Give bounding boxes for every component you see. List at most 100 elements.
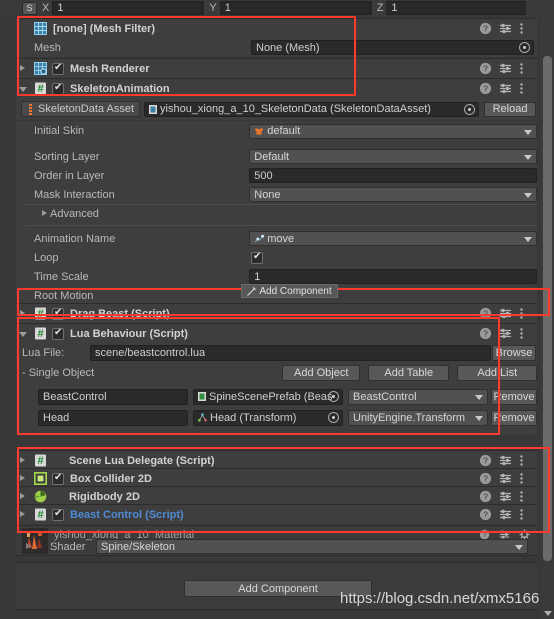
object-picker-icon[interactable] bbox=[519, 42, 530, 53]
mask-interaction-dropdown[interactable]: None bbox=[249, 187, 537, 202]
remove-button[interactable]: Remove bbox=[491, 388, 537, 405]
preset-icon[interactable] bbox=[499, 22, 512, 35]
scale-y-input[interactable]: 1 bbox=[219, 1, 372, 15]
foldout-arrow-icon[interactable] bbox=[20, 310, 25, 316]
preset-icon[interactable] bbox=[499, 307, 512, 320]
browse-button[interactable]: Browse bbox=[492, 345, 536, 361]
foldout-arrow-icon[interactable] bbox=[20, 511, 25, 517]
add-object-button[interactable]: Add Object bbox=[282, 364, 360, 381]
svg-text:?: ? bbox=[483, 456, 488, 466]
foldout-arrow-icon[interactable] bbox=[20, 457, 25, 463]
lua-entry-name-input[interactable]: BeastControl bbox=[38, 388, 188, 405]
time-scale-input[interactable]: 1 bbox=[249, 269, 537, 284]
component-header-drag-beast[interactable]: # Drag Beast (Script) ? bbox=[16, 303, 537, 323]
kebab-menu-icon[interactable] bbox=[519, 508, 532, 521]
lua-entry-object-field[interactable]: SpineScenePrefab (Beas bbox=[193, 388, 343, 405]
lua-entry-name-input[interactable]: Head bbox=[38, 409, 188, 426]
svg-text:?: ? bbox=[483, 530, 487, 539]
lua-entry-object-field[interactable]: Head (Transform) bbox=[193, 409, 343, 426]
foldout-arrow-icon[interactable] bbox=[42, 210, 47, 216]
component-header-beast-control[interactable]: # Beast Control (Script) ? bbox=[16, 504, 537, 524]
reload-button[interactable]: Reload bbox=[484, 101, 537, 117]
foldout-arrow-icon[interactable] bbox=[20, 493, 25, 499]
preset-icon[interactable] bbox=[499, 82, 512, 95]
help-icon[interactable]: ? bbox=[479, 62, 492, 75]
foldout-arrow-icon[interactable] bbox=[26, 543, 31, 549]
preset-icon[interactable] bbox=[499, 508, 512, 521]
lua-entry-type-dropdown[interactable]: BeastControl bbox=[348, 388, 488, 405]
foldout-arrow-icon[interactable] bbox=[20, 475, 25, 481]
component-header-rigidbody-2d[interactable]: Rigidbody 2D ? bbox=[16, 486, 537, 506]
scale-tool-button[interactable]: S bbox=[22, 1, 37, 15]
order-in-layer-input[interactable]: 500 bbox=[249, 168, 537, 183]
advanced-label: Advanced bbox=[50, 207, 99, 220]
kebab-menu-icon[interactable] bbox=[519, 472, 532, 485]
scrollbar-thumb[interactable] bbox=[543, 56, 552, 561]
script-icon: # bbox=[34, 327, 47, 340]
foldout-arrow-icon[interactable] bbox=[20, 65, 25, 71]
scale-z-input[interactable]: 1 bbox=[386, 1, 527, 15]
animation-name-dropdown[interactable]: move bbox=[249, 231, 537, 246]
scroll-down-arrow-icon[interactable] bbox=[544, 611, 552, 616]
component-header-mesh-renderer[interactable]: Mesh Renderer ? bbox=[16, 58, 537, 78]
sorting-layer-dropdown[interactable]: Default bbox=[249, 149, 537, 164]
kebab-menu-icon[interactable] bbox=[519, 490, 532, 503]
header-icon-group: ? bbox=[479, 62, 532, 75]
component-header-lua-behaviour[interactable]: # Lua Behaviour (Script) ? bbox=[16, 323, 537, 343]
help-icon[interactable]: ? bbox=[479, 454, 492, 467]
status-strip bbox=[16, 609, 537, 619]
component-header-box-collider-2d[interactable]: Box Collider 2D ? bbox=[16, 468, 537, 488]
kebab-menu-icon[interactable] bbox=[519, 22, 532, 35]
object-picker-icon[interactable] bbox=[464, 103, 476, 115]
component-enable-checkbox-mesh-renderer[interactable] bbox=[52, 62, 64, 75]
rigidbody-2d-icon bbox=[34, 490, 47, 503]
preset-icon[interactable] bbox=[499, 327, 512, 340]
scale-x-input[interactable]: 1 bbox=[52, 1, 205, 15]
kebab-menu-icon[interactable] bbox=[519, 327, 532, 340]
help-icon[interactable]: ? bbox=[479, 82, 492, 95]
skeletondata-asset-label-chip: SkeletonData Asset bbox=[21, 101, 141, 117]
help-icon[interactable]: ? bbox=[479, 508, 492, 521]
kebab-menu-icon[interactable] bbox=[519, 307, 532, 320]
lua-file-input[interactable]: scene/beastcontrol.lua bbox=[90, 345, 491, 361]
help-icon[interactable]: ? bbox=[479, 327, 492, 340]
mesh-object-field[interactable]: None (Mesh) bbox=[251, 40, 534, 55]
remove-button[interactable]: Remove bbox=[491, 409, 537, 426]
object-picker-icon[interactable] bbox=[328, 411, 339, 423]
component-header-skeleton-animation[interactable]: # SkeletonAnimation ? bbox=[16, 78, 537, 98]
component-enable-checkbox-beast-control[interactable] bbox=[52, 508, 64, 521]
preset-icon[interactable] bbox=[499, 490, 512, 503]
kebab-menu-icon[interactable] bbox=[519, 82, 532, 95]
initial-skin-dropdown[interactable]: default bbox=[249, 123, 537, 139]
component-enable-checkbox-box-collider-2d[interactable] bbox=[52, 472, 64, 485]
advanced-foldout[interactable]: Advanced bbox=[16, 204, 537, 223]
help-icon[interactable]: ? bbox=[479, 472, 492, 485]
initial-skin-value: default bbox=[267, 125, 301, 137]
help-icon[interactable]: ? bbox=[479, 22, 492, 35]
foldout-arrow-icon[interactable] bbox=[19, 87, 27, 92]
kebab-menu-icon[interactable] bbox=[519, 62, 532, 75]
add-table-button[interactable]: Add Table bbox=[367, 364, 450, 381]
component-enable-checkbox-skeleton-animation[interactable] bbox=[52, 82, 64, 95]
preset-icon[interactable] bbox=[499, 454, 512, 467]
component-header-scene-lua-delegate[interactable]: # Scene Lua Delegate (Script) ? bbox=[16, 450, 537, 470]
help-icon[interactable]: ? bbox=[479, 490, 492, 503]
component-enable-checkbox-drag-beast[interactable] bbox=[52, 307, 64, 320]
skeletondata-asset-object-field[interactable]: yishou_xiong_a_10_SkeletonData (Skeleton… bbox=[144, 101, 480, 117]
kebab-menu-icon[interactable] bbox=[519, 454, 532, 467]
preset-icon[interactable] bbox=[499, 472, 512, 485]
preset-icon[interactable] bbox=[499, 62, 512, 75]
shader-dropdown[interactable]: Spine/Skeleton bbox=[96, 539, 528, 554]
object-picker-icon[interactable] bbox=[328, 390, 339, 402]
svg-text:?: ? bbox=[483, 84, 488, 94]
chevron-down-icon bbox=[475, 415, 483, 421]
foldout-arrow-icon[interactable] bbox=[19, 332, 27, 337]
component-enable-checkbox-lua-behaviour[interactable] bbox=[52, 327, 64, 340]
lua-entry-type-dropdown[interactable]: UnityEngine.Transform bbox=[348, 409, 488, 426]
loop-checkbox[interactable] bbox=[251, 251, 263, 264]
component-header-mesh-filter[interactable]: [none] (Mesh Filter) ? bbox=[16, 18, 537, 38]
add-list-button[interactable]: Add List bbox=[457, 364, 538, 381]
chevron-down-icon bbox=[524, 193, 532, 198]
vertical-scrollbar[interactable] bbox=[541, 16, 554, 619]
help-icon[interactable]: ? bbox=[479, 307, 492, 320]
